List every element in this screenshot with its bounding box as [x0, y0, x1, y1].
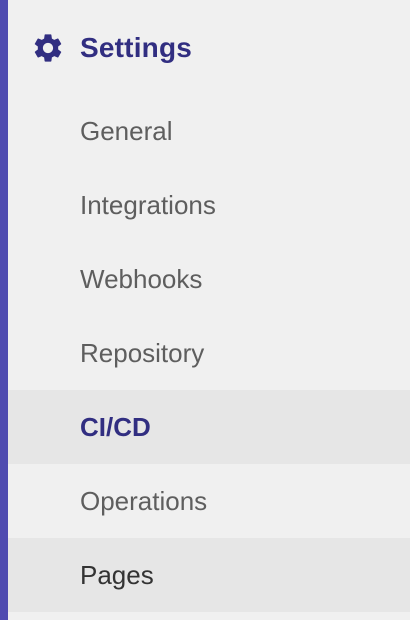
settings-title: Settings [80, 32, 193, 63]
sidebar-item-label: Integrations [80, 190, 216, 220]
gear-icon [34, 34, 62, 62]
sidebar-item-integrations[interactable]: Integrations [8, 168, 410, 242]
sidebar-item-general[interactable]: General [8, 94, 410, 168]
sidebar-item-pages[interactable]: Pages [8, 538, 410, 612]
sidebar-item-operations[interactable]: Operations [8, 464, 410, 538]
settings-sidebar: Settings General Integrations Webhooks R… [0, 0, 416, 620]
sidebar-item-label: Pages [80, 560, 154, 590]
settings-submenu: General Integrations Webhooks Repository… [8, 94, 410, 612]
sidebar-item-label: Webhooks [80, 264, 203, 294]
sidebar-item-ci-cd[interactable]: CI/CD [8, 390, 410, 464]
sidebar-item-repository[interactable]: Repository [8, 316, 410, 390]
settings-section-header[interactable]: Settings [8, 0, 410, 96]
sidebar-item-label: General [80, 116, 173, 146]
sidebar-item-label: Operations [80, 486, 208, 516]
sidebar-right-edge [410, 0, 416, 620]
sidebar-item-label: Repository [80, 338, 205, 368]
sidebar-item-label: CI/CD [80, 412, 151, 442]
active-section-accent-bar [0, 0, 8, 620]
sidebar-item-webhooks[interactable]: Webhooks [8, 242, 410, 316]
